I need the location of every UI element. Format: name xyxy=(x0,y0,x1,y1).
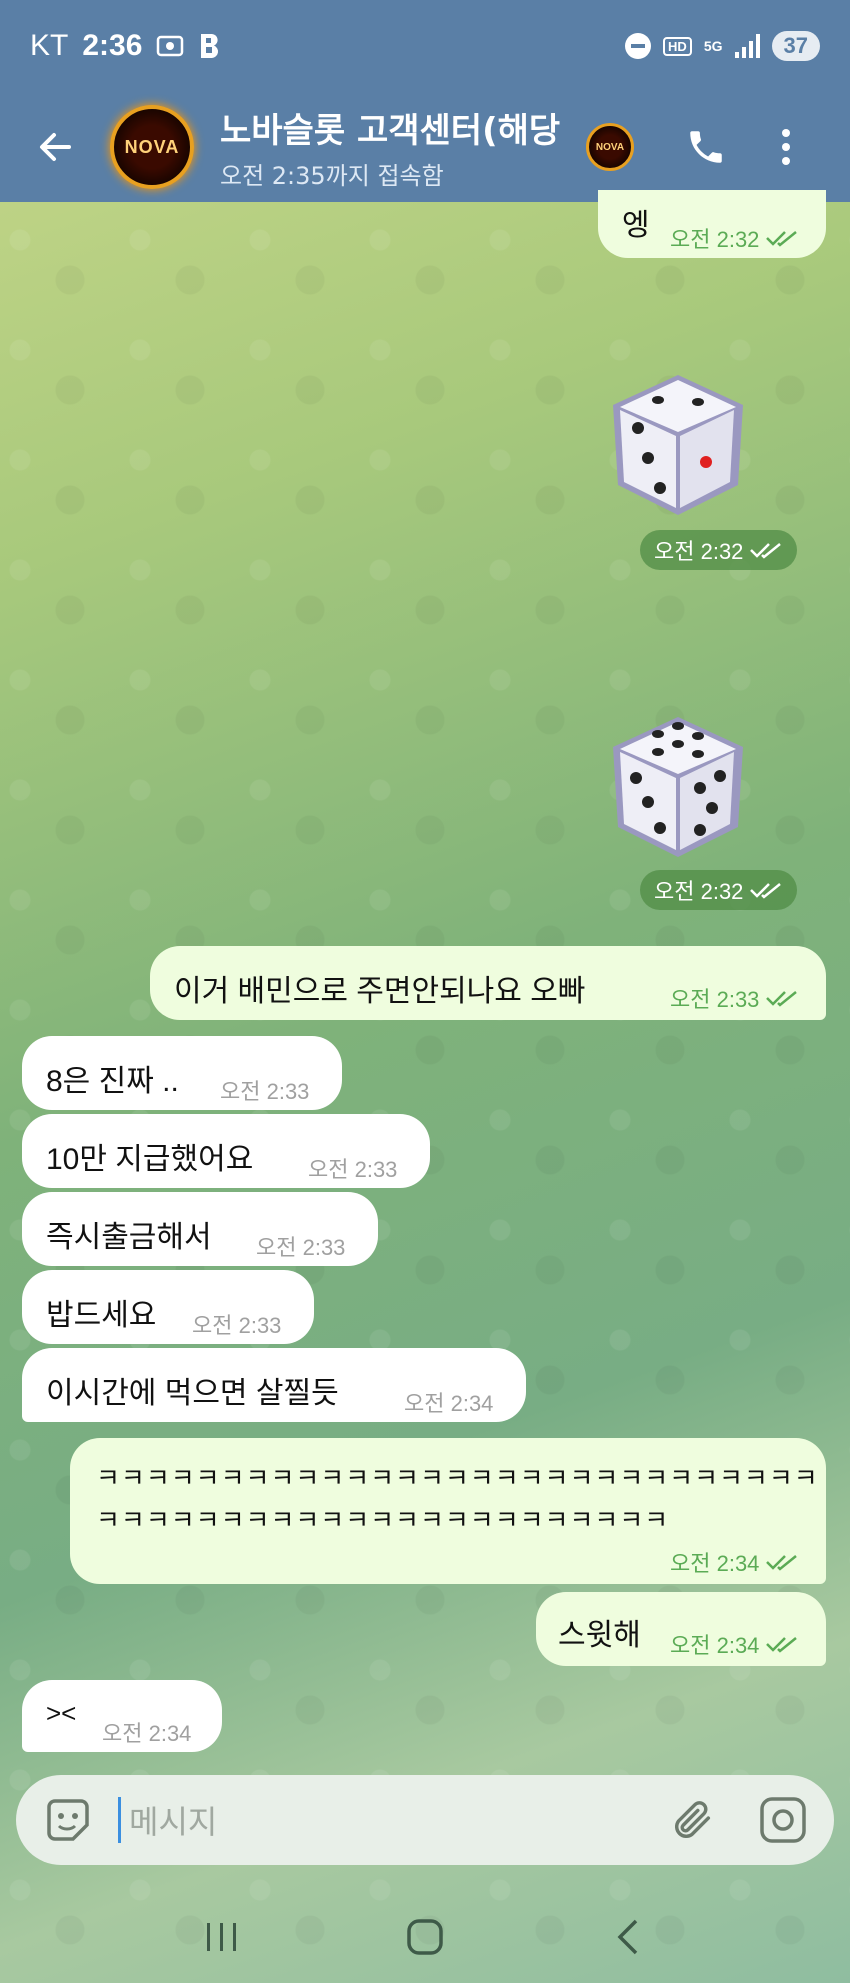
signal-icon xyxy=(734,34,760,58)
dice-icon xyxy=(613,375,743,515)
recents-icon xyxy=(206,1922,236,1951)
attach-button[interactable] xyxy=(668,1795,718,1845)
chat-info[interactable]: 노바슬롯 고객센터(해당 오전 2:35까지 접속함 xyxy=(220,103,580,191)
system-nav-bar xyxy=(0,1890,850,1983)
status-bar: KT 2:36 HD 5G 37 xyxy=(0,0,850,92)
message-time: 오전 2:33 xyxy=(308,1157,398,1182)
chat-header: NOVA 노바슬롯 고객센터(해당 오전 2:35까지 접속함 NOVA xyxy=(0,92,850,202)
emoji-button[interactable] xyxy=(42,1794,94,1846)
message-bubble-outgoing[interactable]: 이거 배민으로 주면안되나요 오빠 오전 2:33 xyxy=(150,946,826,1020)
message-meta: 오전 2:34 xyxy=(670,1628,799,1660)
call-button[interactable] xyxy=(676,117,736,177)
message-text-line: ㅋㅋㅋㅋㅋㅋㅋㅋㅋㅋㅋㅋㅋㅋㅋㅋㅋㅋㅋㅋㅋㅋㅋㅋㅋㅋㅋㅋㅋ xyxy=(96,1463,819,1493)
more-vertical-icon xyxy=(782,129,790,165)
chat-title: 노바슬롯 고객센터(해당 xyxy=(220,111,561,151)
message-text: 밥드세요 xyxy=(46,1299,157,1332)
b-app-icon xyxy=(198,32,222,60)
message-bubble-incoming[interactable]: 8은 진짜 .. 오전 2:33 xyxy=(22,1036,342,1110)
5g-icon: 5G xyxy=(703,38,723,54)
message-time: 오전 2:32 xyxy=(670,227,760,252)
recents-button[interactable] xyxy=(192,1907,252,1967)
message-bubble-incoming[interactable]: 이시간에 먹으면 살찔듯 오전 2:34 xyxy=(22,1348,526,1422)
home-button[interactable] xyxy=(395,1907,455,1967)
message-text: >< xyxy=(46,1698,77,1728)
message-bubble-incoming[interactable]: 밥드세요 오전 2:33 xyxy=(22,1270,314,1344)
arrow-left-icon xyxy=(40,133,71,161)
message-meta: 오전 2:34 xyxy=(670,1546,799,1578)
chat-last-seen: 오전 2:35까지 접속함 xyxy=(220,162,444,190)
message-bubble-outgoing[interactable]: 스윗해 오전 2:34 xyxy=(536,1592,826,1666)
message-text: 즉시출금해서 xyxy=(46,1221,212,1254)
do-not-disturb-icon xyxy=(625,33,652,59)
double-check-icon xyxy=(766,1637,798,1653)
message-time: 오전 2:33 xyxy=(670,987,760,1012)
message-composer: 메시지 xyxy=(16,1775,834,1865)
double-check-icon xyxy=(766,991,798,1007)
hd-voice-icon: HD xyxy=(663,36,692,56)
double-check-icon xyxy=(766,1555,798,1571)
message-time: 오전 2:34 xyxy=(404,1391,494,1416)
double-check-icon xyxy=(750,543,782,559)
battery-indicator: 37 xyxy=(771,31,820,61)
message-text: 스윗해 xyxy=(558,1619,641,1652)
message-time: 오전 2:32 xyxy=(654,539,744,564)
camera-icon xyxy=(760,1797,806,1843)
message-text: 8은 진짜 .. xyxy=(46,1065,179,1098)
message-bubble-incoming[interactable]: 10만 지급했어요 오전 2:33 xyxy=(22,1114,430,1188)
message-text: 10만 지급했어요 xyxy=(46,1143,254,1176)
message-bubble-outgoing[interactable]: 엥 오전 2:32 xyxy=(598,190,826,258)
message-time: 오전 2:34 xyxy=(670,1551,760,1576)
sticker-emoji-icon xyxy=(47,1799,89,1841)
chat-avatar[interactable]: NOVA xyxy=(110,105,194,189)
message-text-line: ㅋㅋㅋㅋㅋㅋㅋㅋㅋㅋㅋㅋㅋㅋㅋㅋㅋㅋㅋㅋㅋㅋㅋ xyxy=(96,1505,670,1535)
double-check-icon xyxy=(750,883,782,899)
more-menu-button[interactable] xyxy=(766,117,806,177)
message-time: 오전 2:34 xyxy=(102,1721,192,1746)
message-bubble-outgoing[interactable]: ㅋㅋㅋㅋㅋㅋㅋㅋㅋㅋㅋㅋㅋㅋㅋㅋㅋㅋㅋㅋㅋㅋㅋㅋㅋㅋㅋㅋㅋ ㅋㅋㅋㅋㅋㅋㅋㅋㅋㅋ… xyxy=(70,1438,826,1584)
home-icon xyxy=(407,1918,443,1955)
message-time: 오전 2:33 xyxy=(256,1235,346,1260)
message-time: 오전 2:33 xyxy=(192,1313,282,1338)
message-text: 이거 배민으로 주면안되나요 오빠 xyxy=(174,975,586,1008)
message-meta: 오전 2:32 xyxy=(640,870,798,910)
message-bubble-incoming[interactable]: >< 오전 2:34 xyxy=(22,1680,222,1752)
message-meta: 오전 2:33 xyxy=(670,982,799,1014)
back-button[interactable] xyxy=(0,92,110,202)
double-check-icon xyxy=(766,231,798,247)
dice-icon xyxy=(613,717,743,857)
dice-message[interactable] xyxy=(608,370,748,520)
message-text: 엥 xyxy=(622,209,650,242)
screenshot-icon xyxy=(156,33,184,59)
dice-message[interactable] xyxy=(608,712,748,862)
message-meta: 오전 2:32 xyxy=(670,222,799,254)
phone-icon xyxy=(690,131,722,163)
camera-button[interactable] xyxy=(758,1795,808,1845)
nav-back-icon xyxy=(617,1919,638,1954)
message-text: 이시간에 먹으면 살찔듯 xyxy=(46,1377,339,1410)
message-meta: 오전 2:32 xyxy=(640,530,798,570)
message-time: 오전 2:32 xyxy=(654,879,744,904)
carrier-label: KT xyxy=(30,29,69,62)
message-time: 오전 2:34 xyxy=(670,1633,760,1658)
clock: 2:36 xyxy=(82,29,143,62)
nav-back-button[interactable] xyxy=(598,1907,658,1967)
message-bubble-incoming[interactable]: 즉시출금해서 오전 2:33 xyxy=(22,1192,378,1266)
paperclip-icon xyxy=(675,1801,711,1838)
message-time: 오전 2:33 xyxy=(220,1079,310,1104)
emoji-status-icon: NOVA xyxy=(586,123,634,171)
message-input[interactable]: 메시지 xyxy=(118,1797,618,1843)
